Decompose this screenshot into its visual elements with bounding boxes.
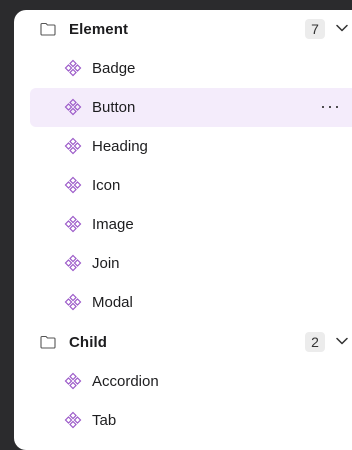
component-icon [64, 176, 82, 194]
group-header-child[interactable]: Child 2 [30, 323, 352, 362]
folder-icon [40, 22, 56, 36]
component-icon [64, 215, 82, 233]
tree-item-label: Modal [92, 294, 133, 311]
group-header-element[interactable]: Element 7 [30, 10, 352, 49]
tree-item-icon[interactable]: Icon [30, 166, 352, 205]
component-icon [64, 254, 82, 272]
chevron-down-icon[interactable] [336, 337, 348, 345]
component-icon [64, 137, 82, 155]
component-icon [64, 98, 82, 116]
tree-item-tab[interactable]: Tab [30, 401, 352, 440]
group-label: Element [69, 21, 129, 38]
folder-icon [40, 335, 56, 349]
component-tree-panel: Element 7 Badge Button ··· Heading Icon … [14, 10, 352, 450]
count-badge: 2 [305, 332, 325, 352]
tree-item-label: Heading [92, 138, 148, 155]
tree-item-badge[interactable]: Badge [30, 49, 352, 88]
tree-item-button[interactable]: Button ··· [30, 88, 352, 127]
more-horizontal-icon[interactable]: ··· [320, 96, 341, 116]
tree-item-join[interactable]: Join [30, 244, 352, 283]
tree-item-label: Badge [92, 60, 136, 77]
tree-item-modal[interactable]: Modal [30, 283, 352, 322]
tree-item-accordion[interactable]: Accordion [30, 362, 352, 401]
tree-item-label: Accordion [92, 373, 159, 390]
tree-item-image[interactable]: Image [30, 205, 352, 244]
tree-item-label: Join [92, 255, 120, 272]
tree-item-label: Icon [92, 177, 121, 194]
count-badge: 7 [305, 19, 325, 39]
component-icon [64, 372, 82, 390]
component-icon [64, 293, 82, 311]
tree-item-heading[interactable]: Heading [30, 127, 352, 166]
component-icon [64, 411, 82, 429]
tree-item-label: Tab [92, 412, 117, 429]
tree-item-label: Image [92, 216, 134, 233]
tree-item-label: Button [92, 99, 136, 116]
group-label: Child [69, 334, 107, 351]
chevron-down-icon[interactable] [336, 24, 348, 32]
component-icon [64, 59, 82, 77]
